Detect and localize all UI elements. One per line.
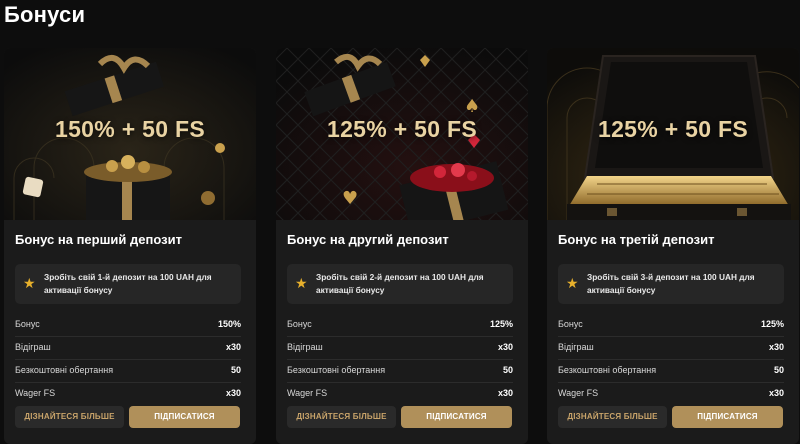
- subscribe-button[interactable]: ПІДПИСАТИСЯ: [672, 406, 783, 428]
- detail-label: Бонус: [287, 319, 312, 329]
- learn-more-button[interactable]: ДІЗНАЙТЕСЯ БІЛЬШЕ: [558, 406, 667, 428]
- page-title: Бонуси: [4, 2, 86, 27]
- bonus-headline: 125% + 50 FS: [597, 116, 748, 142]
- detail-value: 50: [773, 365, 784, 375]
- detail-label: Відіграш: [15, 342, 51, 352]
- card-title: Бонус на перший депозит: [15, 232, 182, 247]
- bonus-details: Бонус 125% Відіграш x30 Безкоштовні обер…: [558, 314, 784, 406]
- subscribe-button[interactable]: ПІДПИСАТИСЯ: [129, 406, 240, 428]
- detail-row-free-spins: Безкоштовні обертання 50: [558, 360, 784, 383]
- svg-text:♥: ♥: [342, 188, 358, 209]
- notice-text: Зробіть свій 2-й депозит на 100 UAH для …: [316, 272, 484, 295]
- card-title: Бонус на третій депозит: [558, 232, 715, 247]
- detail-row-wager-fs: Wager FS x30: [287, 383, 513, 406]
- learn-more-button[interactable]: ДІЗНАЙТЕСЯ БІЛЬШЕ: [287, 406, 396, 428]
- bonus-card-second-deposit: ♠ ♥ ♣ 125% + 50 FS Бонус на другий депоз…: [276, 48, 528, 444]
- learn-more-button[interactable]: ДІЗНАЙТЕСЯ БІЛЬШЕ: [15, 406, 124, 428]
- bonus-cards: 150% + 50 FS Бонус на перший депозит ★ З…: [0, 48, 800, 444]
- detail-value: 150%: [217, 319, 241, 329]
- bonus-headline: 125% + 50 FS: [326, 116, 477, 142]
- detail-value: 50: [230, 365, 241, 375]
- detail-value: x30: [225, 342, 241, 352]
- svg-text:♠: ♠: [464, 96, 480, 117]
- deposit-notice: ★ Зробіть свій 2-й депозит на 100 UAH дл…: [287, 264, 513, 304]
- detail-row-wagering: Відіграш x30: [15, 337, 241, 360]
- detail-row-bonus: Бонус 125%: [287, 314, 513, 337]
- detail-row-wager-fs: Wager FS x30: [15, 383, 241, 406]
- deposit-notice: ★ Зробіть свій 3-й депозит на 100 UAH дл…: [558, 264, 784, 304]
- notice-text: Зробіть свій 1-й депозит на 100 UAH для …: [44, 272, 212, 295]
- star-icon: ★: [23, 275, 36, 291]
- detail-row-bonus: Бонус 125%: [558, 314, 784, 337]
- detail-label: Безкоштовні обертання: [558, 365, 657, 375]
- bonus-details: Бонус 150% Відіграш x30 Безкоштовні обер…: [15, 314, 241, 406]
- detail-value: x30: [497, 388, 513, 398]
- detail-value: 125%: [760, 319, 784, 329]
- detail-label: Wager FS: [287, 388, 328, 398]
- detail-row-wagering: Відіграш x30: [558, 337, 784, 360]
- star-icon: ★: [566, 275, 579, 291]
- bonus-card-first-deposit: 150% + 50 FS Бонус на перший депозит ★ З…: [4, 48, 256, 444]
- detail-label: Безкоштовні обертання: [15, 365, 114, 375]
- detail-value: x30: [768, 388, 784, 398]
- detail-row-free-spins: Безкоштовні обертання 50: [287, 360, 513, 383]
- detail-row-wager-fs: Wager FS x30: [558, 383, 784, 406]
- star-icon: ★: [295, 275, 308, 291]
- svg-text:♣: ♣: [298, 217, 312, 220]
- bonus-banner-image: ♠ ♥ ♣ 125% + 50 FS: [276, 48, 528, 220]
- detail-row-wagering: Відіграш x30: [287, 337, 513, 360]
- detail-label: Бонус: [558, 319, 583, 329]
- detail-label: Безкоштовні обертання: [287, 365, 386, 375]
- deposit-notice: ★ Зробіть свій 1-й депозит на 100 UAH дл…: [15, 264, 241, 304]
- detail-value: x30: [497, 342, 513, 352]
- bonus-banner-image: 125% + 50 FS: [547, 48, 799, 220]
- card-title: Бонус на другий депозит: [287, 232, 449, 247]
- detail-label: Wager FS: [15, 388, 56, 398]
- detail-value: x30: [768, 342, 784, 352]
- detail-row-free-spins: Безкоштовні обертання 50: [15, 360, 241, 383]
- detail-value: 50: [502, 365, 513, 375]
- detail-label: Відіграш: [558, 342, 594, 352]
- bonus-banner-image: 150% + 50 FS: [4, 48, 256, 220]
- detail-row-bonus: Бонус 150%: [15, 314, 241, 337]
- bonus-headline: 150% + 50 FS: [54, 116, 205, 142]
- subscribe-button[interactable]: ПІДПИСАТИСЯ: [401, 406, 512, 428]
- bonus-details: Бонус 125% Відіграш x30 Безкоштовні обер…: [287, 314, 513, 406]
- bonus-card-third-deposit: 125% + 50 FS Бонус на третій депозит ★ З…: [547, 48, 799, 444]
- notice-text: Зробіть свій 3-й депозит на 100 UAH для …: [587, 272, 755, 295]
- detail-label: Бонус: [15, 319, 40, 329]
- detail-label: Відіграш: [287, 342, 323, 352]
- detail-value: 125%: [489, 319, 513, 329]
- detail-value: x30: [225, 388, 241, 398]
- detail-label: Wager FS: [558, 388, 599, 398]
